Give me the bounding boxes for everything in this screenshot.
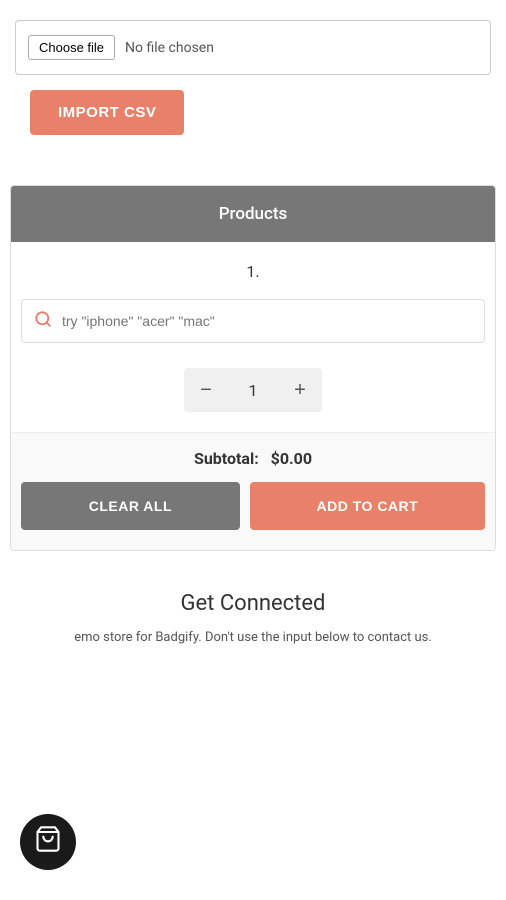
search-input[interactable] xyxy=(62,313,472,329)
minus-icon: − xyxy=(200,379,212,402)
subtotal-text: Subtotal: $0.00 xyxy=(21,449,485,468)
shopify-badge[interactable] xyxy=(20,814,76,870)
quantity-value: 1 xyxy=(228,381,278,400)
plus-icon: + xyxy=(294,379,306,402)
quantity-increase-button[interactable]: + xyxy=(278,368,322,412)
quantity-control: − 1 + xyxy=(184,368,322,412)
products-title: Products xyxy=(219,204,288,224)
quantity-row: − 1 + xyxy=(11,353,495,432)
search-icon xyxy=(34,310,52,332)
add-to-cart-button[interactable]: ADD TO CART xyxy=(250,482,485,530)
no-file-label: No file chosen xyxy=(125,40,214,56)
file-input-wrapper: Choose file No file chosen xyxy=(15,20,491,75)
subtotal-section: Subtotal: $0.00 CLEAR ALL ADD TO CART xyxy=(11,432,495,550)
file-input-section: Choose file No file chosen xyxy=(0,0,506,90)
search-container xyxy=(21,299,485,343)
choose-file-button[interactable]: Choose file xyxy=(28,35,115,60)
get-connected-section: Get Connected emo store for Badgify. Don… xyxy=(0,551,506,669)
products-panel: Products 1. − 1 + Subtotal: xyxy=(10,185,496,551)
clear-all-button[interactable]: CLEAR ALL xyxy=(21,482,240,530)
products-header: Products xyxy=(11,186,495,242)
shopify-bag-icon xyxy=(34,825,62,860)
get-connected-title: Get Connected xyxy=(20,591,486,616)
product-row-number: 1. xyxy=(11,242,495,291)
quantity-decrease-button[interactable]: − xyxy=(184,368,228,412)
import-csv-button[interactable]: IMPORT CSV xyxy=(30,90,184,135)
subtotal-value: $0.00 xyxy=(271,449,312,468)
get-connected-description: emo store for Badgify. Don't use the inp… xyxy=(63,628,443,649)
action-buttons: CLEAR ALL ADD TO CART xyxy=(21,482,485,540)
subtotal-label: Subtotal: xyxy=(194,449,259,468)
